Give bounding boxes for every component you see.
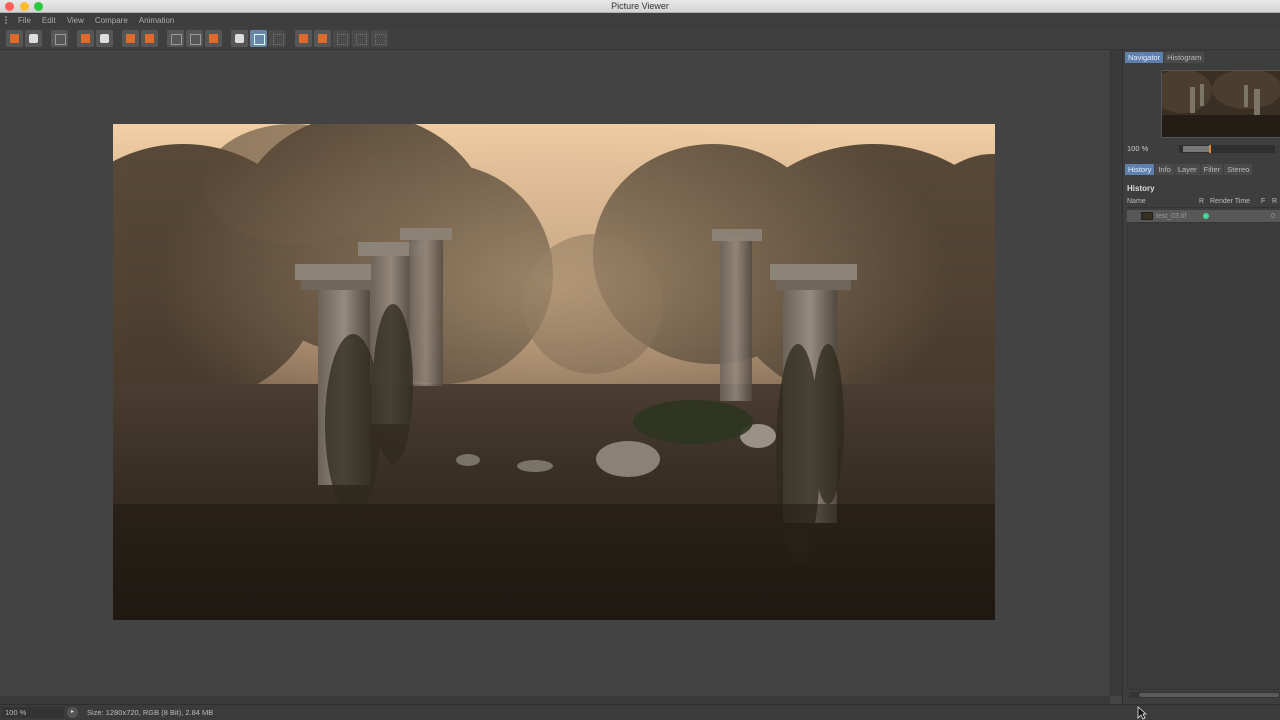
view-layout-2-icon[interactable] [186,29,203,47]
column-r2[interactable]: R [1272,198,1280,207]
side-panel: Navigator Histogram 100 % History Info L… [1122,50,1280,704]
set-a-icon[interactable] [295,29,312,47]
fit-icon[interactable] [352,29,369,47]
navigator-zoom-value: 100 % [1127,144,1149,153]
history-file-name: test_03.tif [1156,212,1187,220]
rendered-image [113,124,995,620]
horizontal-scrollbar[interactable] [0,696,1110,704]
menu-file[interactable]: File [18,16,31,25]
zoom-box-icon[interactable] [371,29,388,47]
status-zoom-field[interactable]: 100 % [2,707,64,718]
panel-horizontal-scrollbar[interactable] [1129,692,1280,698]
history-column-headers: Name R Render Time F R [1127,198,1280,208]
history-heading: History [1127,184,1155,193]
tab-history[interactable]: History [1125,164,1155,175]
menu-view[interactable]: View [67,16,84,25]
mouse-cursor-icon [1137,706,1147,720]
view-layout-3-icon[interactable] [205,29,222,47]
tab-histogram[interactable]: Histogram [1164,52,1205,63]
panel-tabs: History Info Layer Filter Stereo [1125,164,1253,175]
navigator-tabs: Navigator Histogram [1123,50,1280,64]
menu-grip-handle[interactable] [5,16,12,24]
history-list[interactable] [1127,222,1280,690]
grid-icon[interactable] [51,29,68,47]
menu-edit[interactable]: Edit [42,16,56,25]
navigator-zoom-row: 100 % [1127,143,1280,154]
copy-b-icon[interactable] [141,29,158,47]
region-render-icon[interactable] [77,29,94,47]
history-thumbnail [1141,212,1153,220]
column-f[interactable]: F [1261,198,1272,207]
navigator-zoom-slider[interactable] [1179,144,1275,153]
menu-animation[interactable]: Animation [139,16,175,25]
tab-filter[interactable]: Filter [1200,164,1224,175]
menu-compare[interactable]: Compare [95,16,128,25]
set-b-icon[interactable] [314,29,331,47]
column-render-time[interactable]: Render Time [1210,198,1261,207]
title-bar: Picture Viewer [0,0,1280,13]
save-icon[interactable] [25,29,42,47]
toolbar [0,27,1280,50]
table-row[interactable]: test_03.tif 0 [1127,210,1280,222]
tab-info[interactable]: Info [1155,164,1174,175]
status-bar: 100 % ▸ Size: 1280x720, RGB (8 Bit), 2.8… [0,704,1280,720]
image-info-text: Size: 1280x720, RGB (8 Bit), 2.84 MB [87,708,214,717]
copy-a-icon[interactable] [122,29,139,47]
view-layout-1-icon[interactable] [167,29,184,47]
window-title: Picture Viewer [611,1,669,11]
user-stamp-icon[interactable] [96,29,113,47]
open-folder-icon[interactable] [6,29,23,47]
tab-layer[interactable]: Layer [1174,164,1200,175]
image-viewport[interactable] [0,50,1110,696]
history-frame: 0 [1271,212,1275,220]
render-status-dot [1203,213,1209,219]
compare-off-icon[interactable] [269,29,286,47]
compare-split-icon[interactable] [250,29,267,47]
navigator-thumbnail[interactable] [1161,70,1280,138]
swap-icon[interactable] [333,29,350,47]
column-r[interactable]: R [1199,198,1210,207]
column-name[interactable]: Name [1127,198,1199,207]
tab-stereo[interactable]: Stereo [1224,164,1253,175]
compare-ab-icon[interactable] [231,29,248,47]
zoom-slider-handle[interactable] [1209,144,1211,153]
menu-bar: File Edit View Compare Animation [0,13,1280,27]
zoom-options-button[interactable]: ▸ [67,707,78,718]
zoom-slider-fill [1183,145,1209,152]
tab-navigator[interactable]: Navigator [1125,52,1164,63]
vertical-scrollbar[interactable] [1110,50,1122,696]
